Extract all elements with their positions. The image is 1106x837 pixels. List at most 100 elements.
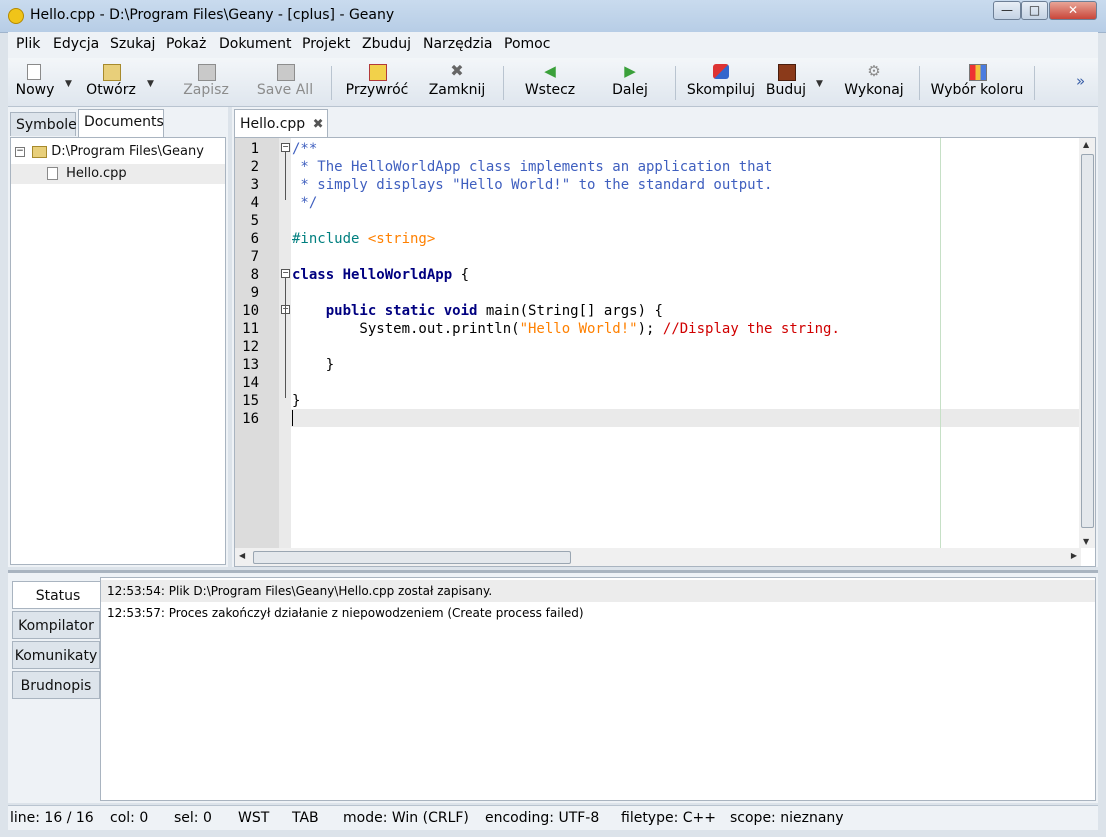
code-token: } [292,393,301,409]
tree-file-row[interactable]: Hello.cpp [11,164,225,184]
revert-icon [369,64,387,81]
revert-button[interactable]: Przywróć [344,58,410,106]
code-token: "Hello World!" [519,321,638,337]
code-line[interactable]: System.out.println("Hello World!"); //Di… [292,320,839,338]
line-number: 7 [250,249,259,265]
file-label: Hello.cpp [66,166,127,181]
vertical-scrollbar[interactable]: ▲ ▼ [1079,138,1095,548]
menu-plik[interactable]: Plik [16,36,40,52]
status-sel: sel: 0 [174,810,212,826]
code-line[interactable]: } [292,392,300,410]
compile-button[interactable]: Skompiluj [686,58,756,106]
line-number: 8 [250,267,259,283]
back-button[interactable]: ◀ Wstecz [520,58,580,106]
save-all-icon [277,64,295,81]
code-line[interactable]: * The HelloWorldApp class implements an … [292,158,772,176]
code-line[interactable]: * simply displays "Hello World!" to the … [292,176,772,194]
scroll-down-icon[interactable]: ▼ [1083,537,1089,546]
menu-dokument[interactable]: Dokument [219,36,292,52]
horizontal-scrollbar[interactable]: ◀ ▶ [235,548,1081,566]
forward-button[interactable]: ▶ Dalej [602,58,658,106]
tree-folder-row[interactable]: − D:\Program Files\Geany [15,142,204,162]
line-number: 12 [242,339,259,355]
open-dropdown-icon[interactable]: ▼ [147,79,154,89]
code-line[interactable]: /** [292,140,317,158]
close-file-button[interactable]: ✖ Zamknij [426,58,488,106]
tab-brudnopis[interactable]: Brudnopis [12,671,100,699]
back-arrow-icon: ◀ [544,62,556,80]
status-message[interactable]: 12:53:57: Proces zakończył działanie z n… [107,602,584,624]
color-chooser-button[interactable]: Wybór koloru [928,58,1026,106]
line-number: 11 [242,321,259,337]
status-col: col: 0 [110,810,149,826]
menu-narzedzia[interactable]: Narzędzia [423,36,492,52]
menu-projekt[interactable]: Projekt [302,36,350,52]
code-line[interactable]: } [292,356,334,374]
tab-komunikaty[interactable]: Komunikaty [12,641,100,669]
scroll-right-icon[interactable]: ▶ [1071,551,1077,560]
line-number: 2 [250,159,259,175]
forward-arrow-icon: ▶ [624,62,636,80]
tab-close-icon[interactable]: ✖ [313,117,324,132]
menu-pomoc[interactable]: Pomoc [504,36,550,52]
menu-edycja[interactable]: Edycja [53,36,99,52]
open-folder-icon [103,64,121,81]
color-palette-icon [969,64,987,81]
open-button[interactable]: Otwórz [80,58,142,106]
horizontal-scroll-thumb[interactable] [253,551,571,564]
tab-kompilator[interactable]: Kompilator [12,611,100,639]
code-line[interactable]: #include <string> [292,230,435,248]
new-dropdown-icon[interactable]: ▼ [65,79,72,89]
toolbar-overflow-icon[interactable]: » [1076,72,1085,90]
code-token: * simply displays "Hello World!" to the … [292,177,773,193]
code-line[interactable]: */ [292,194,317,212]
build-button[interactable]: Buduj [764,58,808,106]
file-icon [47,167,58,180]
current-line-highlight [291,409,1079,427]
toolbar: Nowy ▼ Otwórz ▼ Zapisz Save All Przywróć… [8,58,1098,107]
menu-pokaz[interactable]: Pokaż [166,36,206,52]
status-eol-mode: mode: Win (CRLF) [343,810,469,826]
scroll-left-icon[interactable]: ◀ [239,551,245,560]
code-token: */ [292,195,318,211]
maximize-button[interactable]: □ [1021,1,1048,20]
status-messages: 12:53:54: Plik D:\Program Files\Geany\He… [100,577,1096,801]
tab-hello-cpp[interactable]: Hello.cpp ✖ [234,109,328,137]
build-icon [778,64,796,81]
title-bar: Hello.cpp - D:\Program Files\Geany - [cp… [0,0,1106,33]
vertical-scroll-thumb[interactable] [1081,154,1094,528]
documents-tree: − D:\Program Files\Geany Hello.cpp [10,137,226,565]
execute-button[interactable]: ⚙ Wykonaj [842,58,906,106]
save-button[interactable]: Zapisz [176,58,236,106]
code-token: } [292,357,335,373]
line-number: 1 [250,141,259,157]
tab-symbole[interactable]: Symbole [10,112,77,136]
status-scope: scope: nieznany [730,810,844,826]
line-number: 4 [250,195,259,211]
close-window-button[interactable]: ✕ [1049,1,1097,20]
fold-toggle-icon[interactable]: − [281,269,290,278]
line-number: 13 [242,357,259,373]
status-insert-mode: WST [238,810,270,826]
scroll-up-icon[interactable]: ▲ [1083,140,1089,149]
toolbar-separator [331,66,332,100]
compile-icon [713,64,729,79]
code-token: <string> [367,231,436,247]
save-all-button[interactable]: Save All [252,58,318,106]
tab-documents[interactable]: Documents [78,109,164,137]
code-line[interactable]: public static void main(String[] args) { [292,302,663,320]
minimize-button[interactable]: — [993,1,1021,20]
fold-toggle-icon[interactable]: − [281,143,290,152]
new-button[interactable]: Nowy [10,58,60,106]
menu-szukaj[interactable]: Szukaj [110,36,155,52]
menu-bar: Plik Edycja Szukaj Pokaż Dokument Projek… [8,32,1098,58]
menu-zbuduj[interactable]: Zbuduj [362,36,411,52]
build-dropdown-icon[interactable]: ▼ [816,79,823,89]
collapse-icon[interactable]: − [15,146,25,157]
code-editor[interactable]: 1 2 3 4 5 6 7 8 9 10 11 12 13 14 15 16/** * The HelloWo… [234,137,1096,567]
close-x-icon: ✖ [450,61,464,80]
tab-status[interactable]: Status [12,581,103,609]
code-token: System.out.println( [292,321,520,337]
status-message[interactable]: 12:53:54: Plik D:\Program Files\Geany\He… [101,580,1095,602]
code-line[interactable]: class HelloWorldApp { [292,266,469,284]
